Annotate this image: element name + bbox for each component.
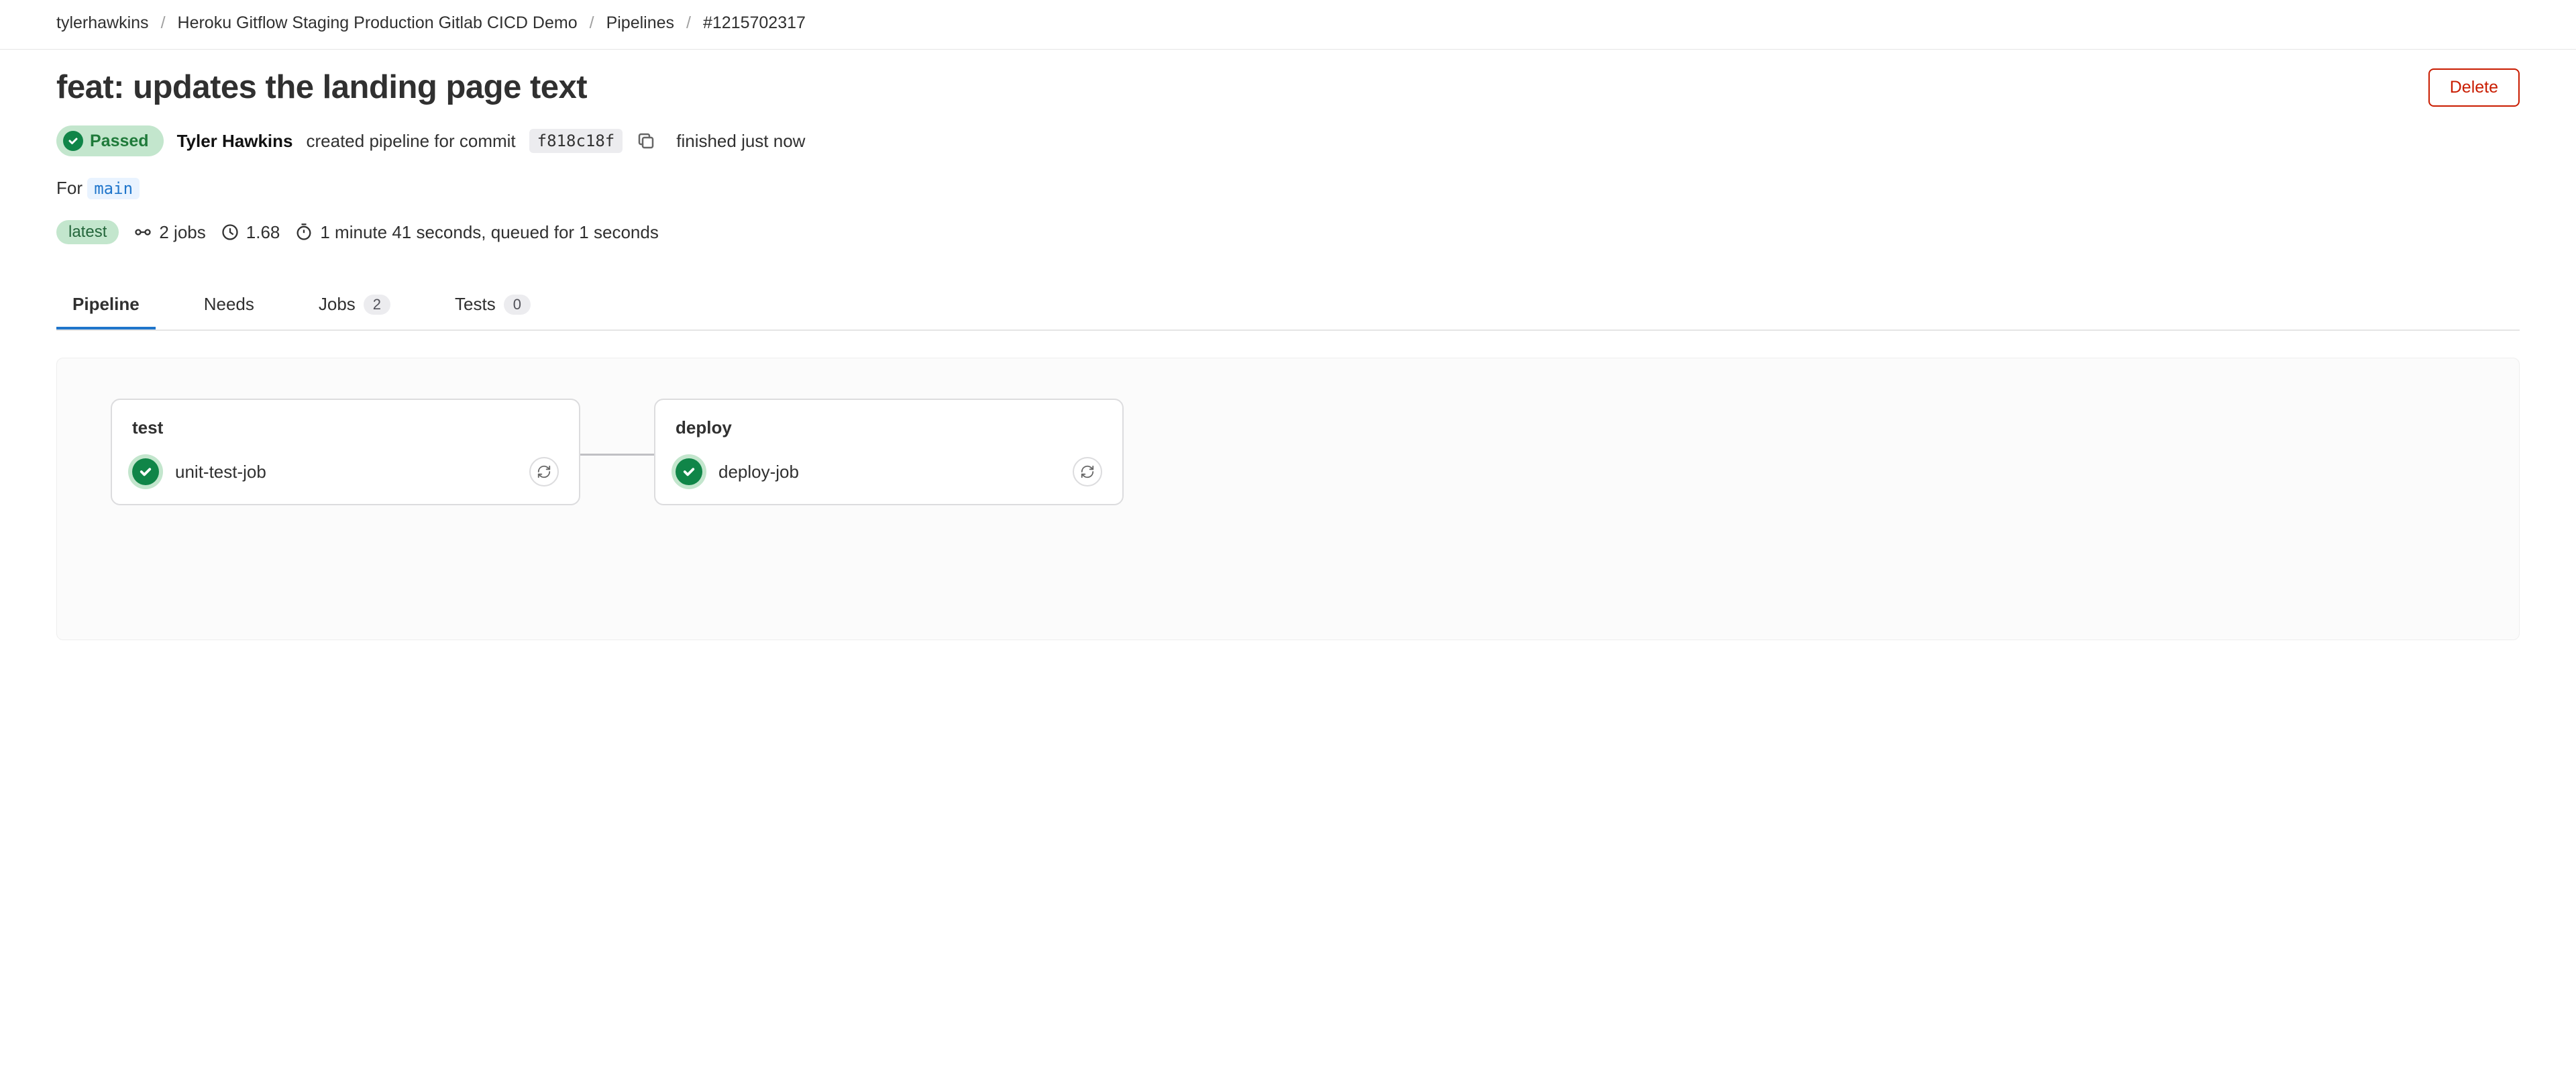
branch-name[interactable]: main	[87, 178, 140, 199]
job-row[interactable]: deploy-job	[676, 457, 1102, 487]
tab-jobs[interactable]: Jobs 2	[303, 285, 407, 329]
breadcrumb-separator: /	[590, 13, 594, 33]
check-circle-icon	[676, 458, 702, 485]
retry-button[interactable]	[1073, 457, 1102, 487]
author-name[interactable]: Tyler Hawkins	[177, 131, 293, 152]
job-name: unit-test-job	[175, 462, 266, 482]
breadcrumb-separator: /	[686, 13, 691, 33]
pipeline-meta: Passed Tyler Hawkins created pipeline fo…	[56, 125, 2520, 156]
tab-count: 2	[364, 295, 390, 315]
duration-stat: 1 minute 41 seconds, queued for 1 second…	[294, 222, 658, 243]
breadcrumb-pipeline-id[interactable]: #1215702317	[703, 13, 806, 33]
latest-badge: latest	[56, 220, 119, 244]
copy-icon[interactable]	[636, 131, 656, 151]
stage-title: deploy	[676, 417, 1102, 438]
status-text: Passed	[90, 132, 149, 151]
tabs: Pipeline Needs Jobs 2 Tests 0	[56, 285, 2520, 331]
jobs-text: 2 jobs	[159, 222, 205, 243]
breadcrumb: tylerhawkins / Heroku Gitflow Staging Pr…	[0, 0, 2576, 50]
job-row[interactable]: unit-test-job	[132, 457, 559, 487]
breadcrumb-separator: /	[161, 13, 166, 33]
delete-button[interactable]: Delete	[2428, 68, 2520, 107]
tab-label: Pipeline	[72, 294, 140, 315]
tab-label: Needs	[204, 294, 254, 315]
stage-card-deploy: deploy deploy-job	[654, 399, 1124, 505]
stats-row: latest 2 jobs 1.68 1 minu	[56, 220, 2520, 244]
tab-label: Jobs	[319, 294, 356, 315]
job-name: deploy-job	[718, 462, 799, 482]
branch-row: For main	[56, 178, 2520, 199]
tab-label: Tests	[455, 294, 496, 315]
stage-card-test: test unit-test-job	[111, 399, 580, 505]
jobs-stat[interactable]: 2 jobs	[133, 222, 205, 243]
tab-tests[interactable]: Tests 0	[439, 285, 547, 329]
tab-count: 0	[504, 295, 531, 315]
created-text: created pipeline for commit	[307, 131, 516, 152]
stopwatch-icon	[294, 223, 313, 242]
page-title: feat: updates the landing page text	[56, 68, 587, 106]
commit-sha[interactable]: f818c18f	[529, 129, 623, 153]
cost-text: 1.68	[246, 222, 280, 243]
breadcrumb-pipelines[interactable]: Pipelines	[606, 13, 674, 33]
jobs-icon	[133, 223, 152, 242]
status-badge[interactable]: Passed	[56, 125, 164, 156]
stage-connector	[580, 399, 654, 505]
breadcrumb-user[interactable]: tylerhawkins	[56, 13, 149, 33]
pipeline-graph: test unit-test-job	[56, 358, 2520, 640]
tab-needs[interactable]: Needs	[188, 285, 270, 329]
stage-title: test	[132, 417, 559, 438]
breadcrumb-project[interactable]: Heroku Gitflow Staging Production Gitlab…	[178, 13, 578, 33]
retry-button[interactable]	[529, 457, 559, 487]
check-circle-icon	[132, 458, 159, 485]
cost-stat: 1.68	[221, 222, 280, 243]
check-circle-icon	[63, 131, 83, 151]
tab-pipeline[interactable]: Pipeline	[56, 285, 156, 329]
duration-text: 1 minute 41 seconds, queued for 1 second…	[320, 222, 658, 243]
gauge-icon	[221, 223, 239, 242]
for-label: For	[56, 178, 83, 198]
finished-text: finished just now	[676, 131, 805, 152]
